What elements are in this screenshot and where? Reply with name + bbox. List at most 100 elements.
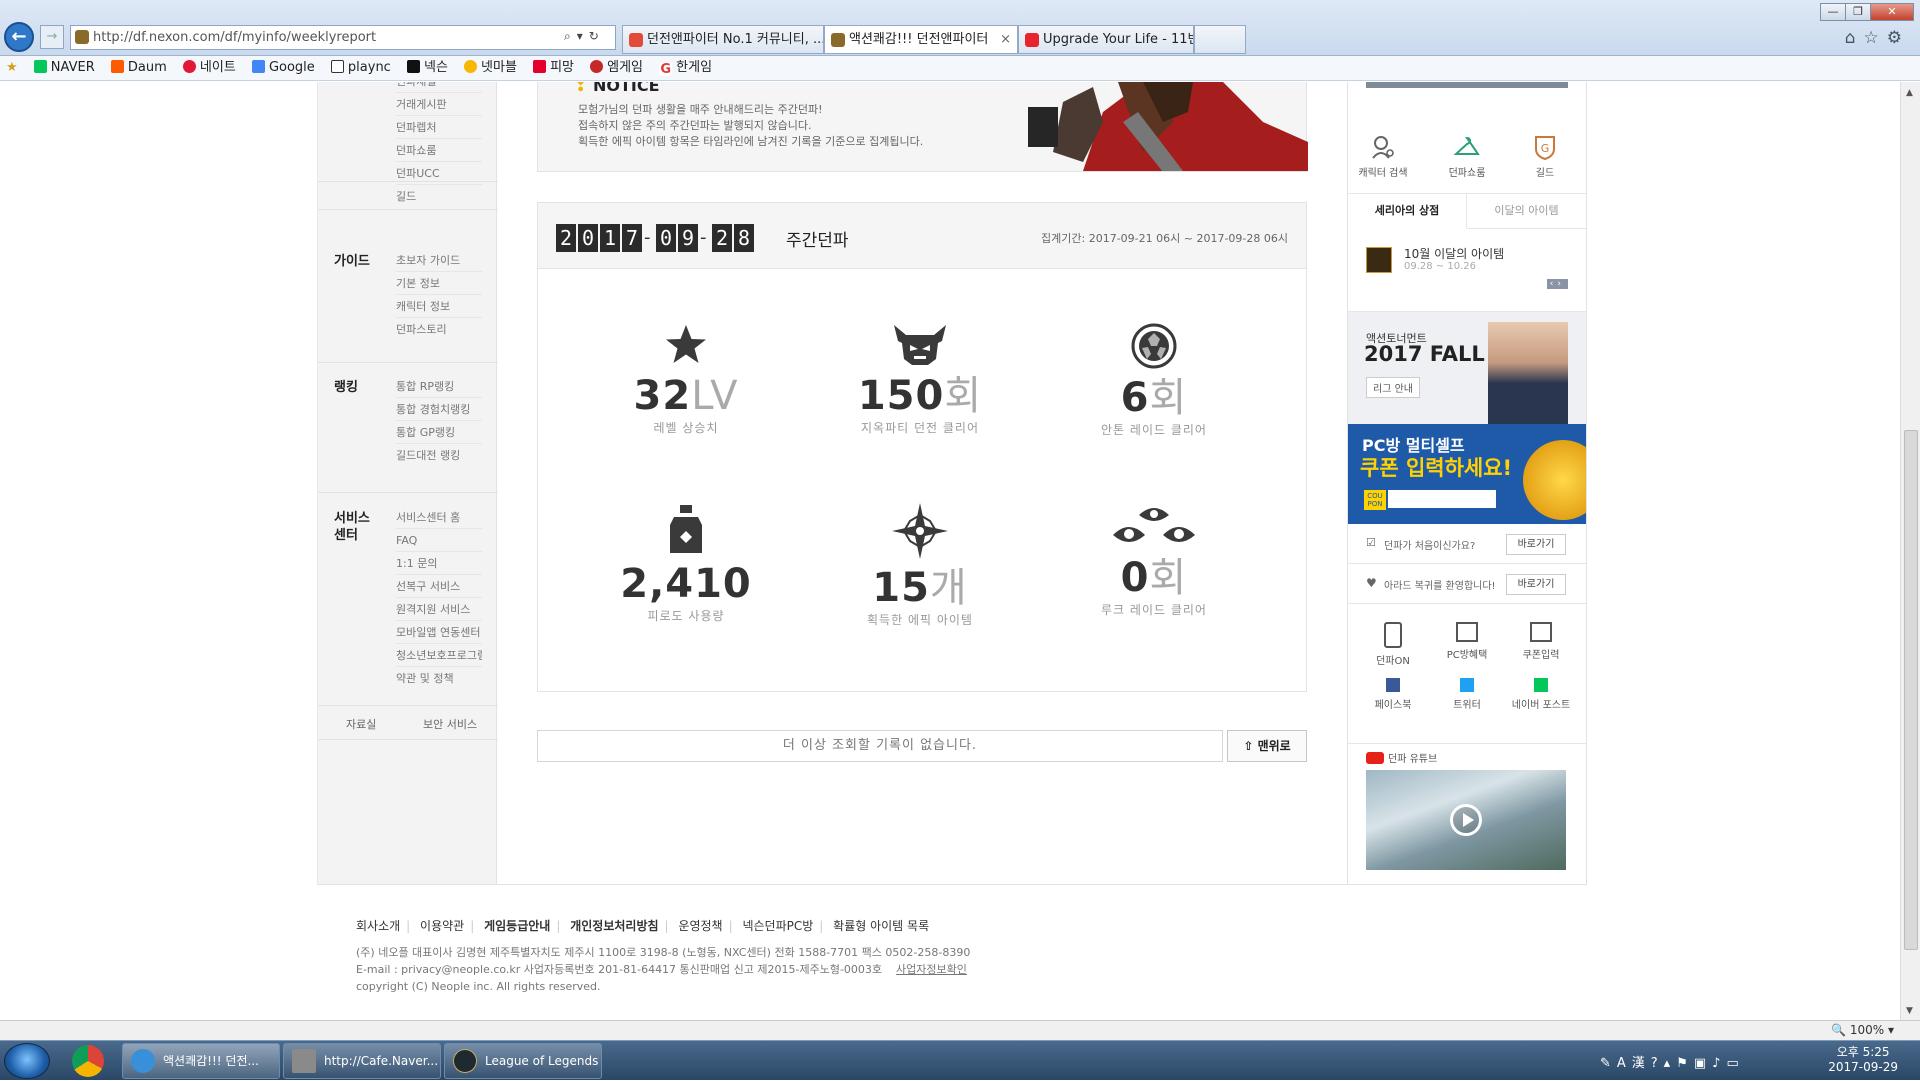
stat-hell-party-clear: 150회 지옥파티 던전 클리어 [810,323,1030,436]
address-bar[interactable]: http://df.nexon.com/df/myinfo/weeklyrepo… [70,25,616,50]
favorite-link[interactable]: G 한게임 [659,56,712,80]
zoom-level[interactable]: 🔍 100% ▾ [1831,1021,1894,1039]
facebook-link[interactable]: 페이스북 [1358,678,1428,711]
favorite-link[interactable]: Google [251,56,315,80]
pcroom-coupon-banner[interactable]: PC방 멀티셀프 쿠폰 입력하세요! COU PON [1348,424,1586,524]
returning-user-link-row: ♥ 아라드 복귀를 환영합니다! 바로가기 [1348,564,1586,604]
carousel-arrows[interactable]: ‹› [1546,279,1568,289]
nav-item[interactable]: 서비스센터 홈 [396,506,482,529]
minimize-button[interactable]: — [1820,3,1846,21]
report-period: 집계기간: 2017-09-21 06시 ~ 2017-09-28 06시 [1041,232,1288,245]
favorite-link[interactable]: 피망 [533,56,574,80]
coupon-input[interactable] [1388,490,1496,508]
vertical-scrollbar[interactable]: ▲ ▼ [1900,82,1920,1020]
nav-item[interactable]: 약관 및 정책 [396,667,482,690]
footer-link[interactable]: 게임등급안내 [484,919,550,933]
go-button[interactable]: 바로가기 [1506,534,1566,555]
tab-close-icon[interactable]: × [1000,26,1011,53]
nav-item[interactable]: 던파쇼룸 [396,139,482,162]
browser-tab[interactable]: Upgrade Your Life - 11번가 [1018,25,1194,54]
security-service-link[interactable]: 보안 서비스 [423,716,477,732]
nav-item[interactable]: 길드대전 랭킹 [396,444,482,467]
nav-item[interactable]: 통합 GP랭킹 [396,421,482,444]
footer-link[interactable]: 넥슨던파PC방 [742,919,813,933]
footer-link[interactable]: 확률형 아이템 목록 [833,919,929,933]
nav-item[interactable]: 청소년보호프로그램 [396,644,482,667]
back-button[interactable]: ← [4,22,34,52]
character-search-link[interactable]: 캐릭터 검색 [1348,134,1418,179]
taskbar-app-lol[interactable]: League of Legends [444,1043,602,1079]
nav-item[interactable]: 통합 경험치랭킹 [396,398,482,421]
go-button[interactable]: 바로가기 [1506,574,1566,595]
business-info-link[interactable]: 사업자정보확인 [896,963,967,976]
back-to-top-button[interactable]: ⇧ 맨위로 [1227,730,1307,762]
stat-unit: LV [691,373,739,419]
play-icon [1450,804,1482,836]
close-window-button[interactable]: ✕ [1870,3,1914,21]
nav-item[interactable]: 초보자 가이드 [396,249,482,272]
favorite-link[interactable]: NAVER [33,56,95,80]
browser-tab-active[interactable]: 액션쾌감!!! 던전앤파이터 × [824,25,1018,54]
footer-link[interactable]: 운영정책 [678,919,722,933]
nav-item[interactable]: 원격지원 서비스 [396,598,482,621]
archive-link[interactable]: 자료실 [346,716,376,732]
browser-tab[interactable]: 던전앤파이터 No.1 커뮤니티, ... [622,25,824,54]
twitter-link[interactable]: 트위터 [1432,678,1502,711]
naver-post-icon [1534,678,1548,692]
favorite-link[interactable]: plaync [330,56,391,80]
nav-item[interactable]: 선복구 서비스 [396,575,482,598]
favorite-link[interactable]: 넥슨 [406,56,448,80]
favorites-add-icon[interactable]: ★ [6,56,18,80]
taskbar-app-ie[interactable]: 액션쾌감!!! 던전... [122,1043,280,1079]
favorites-star-icon[interactable]: ☆ [1864,28,1887,48]
tournament-banner[interactable]: 액션토너먼트 2017 FALL 리그 안내 [1348,312,1586,424]
nav-item[interactable]: 모바일앱 연동센터 [396,621,482,644]
nav-item[interactable]: 기본 정보 [396,272,482,295]
nav-item[interactable]: 길드 [396,185,482,208]
naver-post-link[interactable]: 네이버 포스트 [1506,678,1576,711]
footer-link[interactable]: 개인정보처리방침 [570,919,658,933]
favorite-link[interactable]: 네이트 [182,56,236,80]
nav-group-title: 가이드 [334,254,370,269]
footer-link[interactable]: 이용약관 [420,919,464,933]
start-button[interactable] [4,1043,50,1079]
league-info-button[interactable]: 리그 안내 [1366,377,1420,398]
restore-button[interactable]: ❐ [1845,3,1871,21]
scrollbar-thumb[interactable] [1904,430,1918,950]
nav-item[interactable]: 던파UCC [396,162,482,185]
tab-seria-shop[interactable]: 세리아의 상점 [1348,194,1467,229]
pcroom-benefit-link[interactable]: PC방혜택 [1432,622,1502,661]
home-icon[interactable]: ⌂ [1845,28,1864,48]
notice-line: 획득한 에픽 아이템 항목은 타임라인에 남겨진 기록을 기준으로 집계됩니다. [578,135,924,148]
address-tools[interactable]: ⌕▾↻ [564,29,605,44]
guild-link[interactable]: G 길드 [1510,134,1580,179]
clock[interactable]: 오후 5:25 2017-09-29 [1828,1045,1898,1075]
tray-icons[interactable]: ✎A漢?▴⚑▣♪▭ [1600,1052,1745,1071]
nav-item[interactable]: 거래게시판 [396,93,482,116]
nav-item[interactable]: 통합 RP랭킹 [396,375,482,398]
showroom-link[interactable]: 던파쇼룸 [1432,134,1502,179]
favorite-link[interactable]: 엠게임 [590,56,643,80]
chrome-icon[interactable] [72,1045,104,1077]
item-thumbnail[interactable] [1366,247,1392,273]
youtube-video-thumbnail[interactable] [1366,770,1566,870]
nav-item[interactable]: 던파채널 [396,82,482,93]
dfon-link[interactable]: 던파ON [1358,622,1428,667]
tab-monthly-item[interactable]: 이달의 아이템 [1467,194,1586,229]
taskbar-app-cafe[interactable]: http://Cafe.Naver... [283,1043,441,1079]
nav-item[interactable]: 던파스토리 [396,318,482,341]
nav-item[interactable]: 1:1 문의 [396,552,482,575]
forward-button[interactable]: → [40,25,64,49]
stat-epic-items: 15개 획득한 에픽 아이템 [810,503,1030,628]
nav-item[interactable]: 던파렙처 [396,116,482,139]
favorite-link[interactable]: 넷마블 [464,56,517,80]
footer-link[interactable]: 회사소개 [356,919,400,933]
gear-icon[interactable]: ⚙ [1887,28,1910,48]
date-digit: 2 [556,224,576,252]
new-tab-button[interactable] [1194,25,1246,54]
coupon-link[interactable]: 쿠폰입력 [1506,622,1576,661]
nav-item[interactable]: 캐릭터 정보 [396,295,482,318]
item-name[interactable]: 10월 이달의 아이템 [1404,245,1504,262]
favorite-link[interactable]: Daum [110,56,167,80]
nav-item[interactable]: FAQ [396,529,482,552]
